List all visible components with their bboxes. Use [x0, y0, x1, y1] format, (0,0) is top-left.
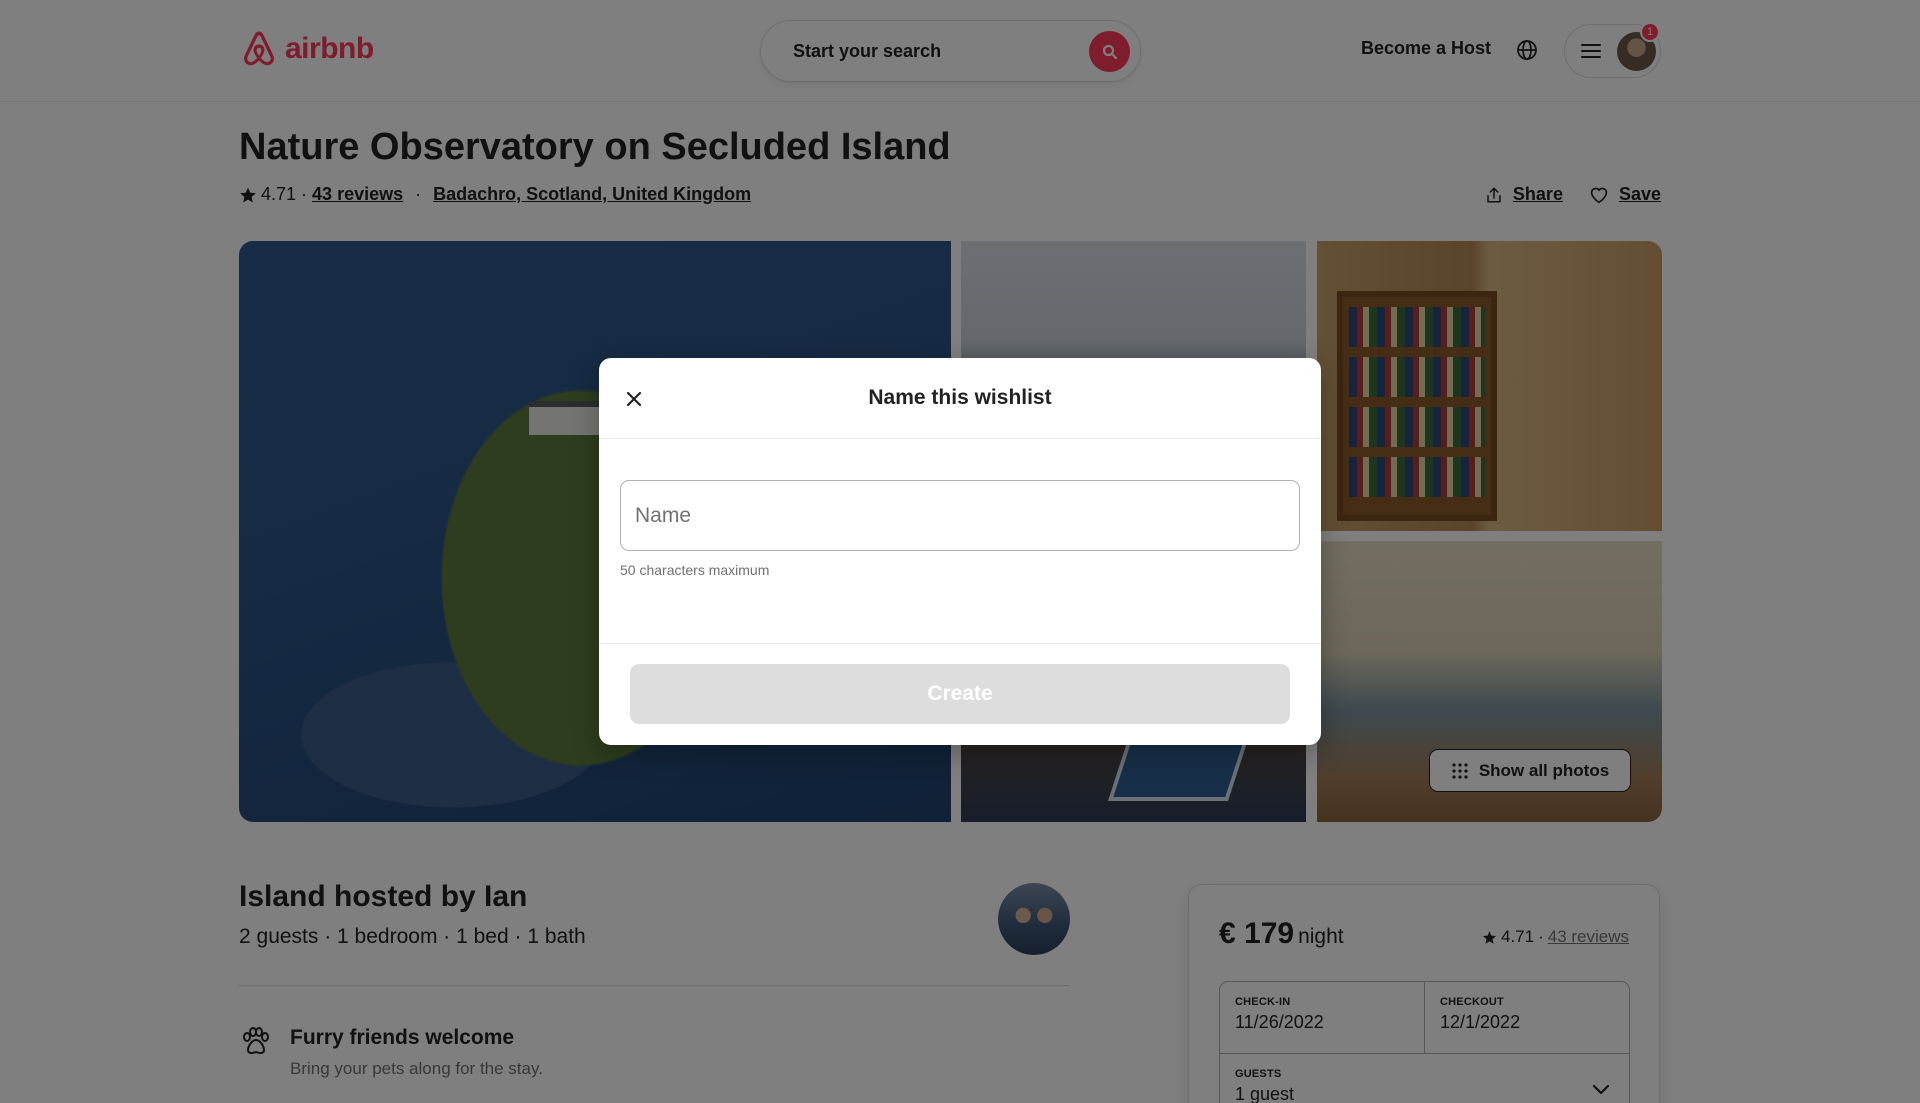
modal-header: Name this wishlist [599, 358, 1321, 439]
character-limit-hint: 50 characters maximum [620, 562, 770, 578]
modal-title: Name this wishlist [868, 386, 1052, 409]
modal-footer-divider [599, 643, 1321, 644]
wishlist-modal: Name this wishlist 50 characters maximum… [599, 358, 1321, 745]
create-button[interactable]: Create [630, 664, 1290, 724]
wishlist-name-input[interactable] [620, 480, 1300, 551]
